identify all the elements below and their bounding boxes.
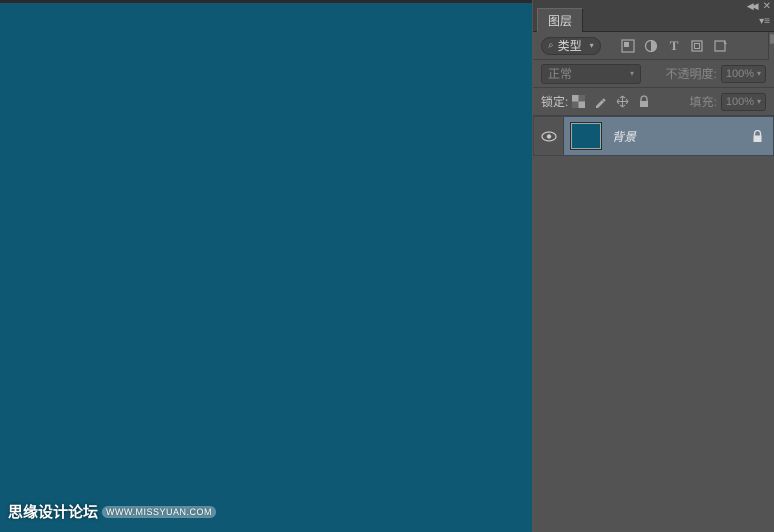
- visibility-toggle[interactable]: [534, 117, 564, 155]
- panel-menu-icon[interactable]: ▾≡: [759, 16, 770, 27]
- watermark-url: WWW.MISSYUAN.COM: [102, 506, 216, 518]
- fill-value: 100%: [726, 96, 754, 108]
- filter-scrollbar[interactable]: [768, 32, 774, 60]
- opacity-input[interactable]: 100% ▾: [721, 65, 766, 83]
- filter-shape-icon[interactable]: [690, 38, 705, 53]
- lock-transparency-icon[interactable]: [572, 95, 585, 108]
- lock-label: 锁定:: [541, 93, 568, 110]
- layer-thumbnail[interactable]: [570, 122, 602, 150]
- collapse-icon[interactable]: ◀◀: [747, 1, 757, 12]
- filter-icons: T: [621, 38, 728, 53]
- filter-row: ⌕ 类型 ▾ T: [533, 32, 774, 60]
- fill-label: 填充:: [690, 93, 717, 110]
- chevron-down-icon: ▾: [757, 97, 761, 106]
- filter-type-dropdown[interactable]: ⌕ 类型 ▾: [541, 37, 601, 55]
- document-canvas[interactable]: [0, 3, 532, 532]
- blend-mode-dropdown[interactable]: 正常 ▾: [541, 64, 641, 84]
- filter-text-icon[interactable]: T: [667, 38, 682, 53]
- chevron-down-icon: ▾: [590, 41, 594, 50]
- filter-pixel-icon[interactable]: [621, 38, 636, 53]
- lock-all-icon[interactable]: [638, 95, 650, 108]
- tab-label: 图层: [548, 14, 572, 28]
- layer-name[interactable]: 背景: [612, 128, 636, 145]
- layer-item[interactable]: 背景: [533, 116, 774, 156]
- canvas-area: 思缘设计论坛 WWW.MISSYUAN.COM: [0, 0, 532, 532]
- opacity-label: 不透明度:: [666, 65, 717, 82]
- filter-type-label: 类型: [558, 37, 582, 54]
- close-icon[interactable]: ✕: [763, 1, 771, 12]
- lock-paint-icon[interactable]: [594, 95, 607, 108]
- lock-icon[interactable]: [752, 130, 763, 143]
- blend-row: 正常 ▾ 不透明度: 100% ▾: [533, 60, 774, 88]
- chevron-down-icon: ▾: [757, 69, 761, 78]
- tab-layers[interactable]: 图层: [537, 8, 583, 32]
- search-icon: ⌕: [548, 40, 554, 51]
- layers-list: 背景: [533, 116, 774, 156]
- lock-row: 锁定: 填充: 100% ▾: [533, 88, 774, 116]
- lock-position-icon[interactable]: [616, 95, 629, 108]
- filter-adjust-icon[interactable]: [644, 38, 659, 53]
- chevron-down-icon: ▾: [630, 69, 634, 78]
- layer-body: 背景: [564, 122, 773, 150]
- panel-tabs: 图层 ▾≡: [533, 12, 774, 32]
- watermark-text: 思缘设计论坛: [8, 501, 98, 522]
- blend-mode-label: 正常: [548, 65, 572, 82]
- opacity-value: 100%: [726, 68, 754, 80]
- watermark: 思缘设计论坛 WWW.MISSYUAN.COM: [8, 501, 216, 522]
- lock-icons: [572, 95, 650, 108]
- fill-input[interactable]: 100% ▾: [721, 93, 766, 111]
- eye-icon: [541, 131, 557, 142]
- layers-panel: ◀◀ ✕ 图层 ▾≡ ⌕ 类型 ▾ T: [533, 0, 774, 532]
- filter-smart-icon[interactable]: [713, 38, 728, 53]
